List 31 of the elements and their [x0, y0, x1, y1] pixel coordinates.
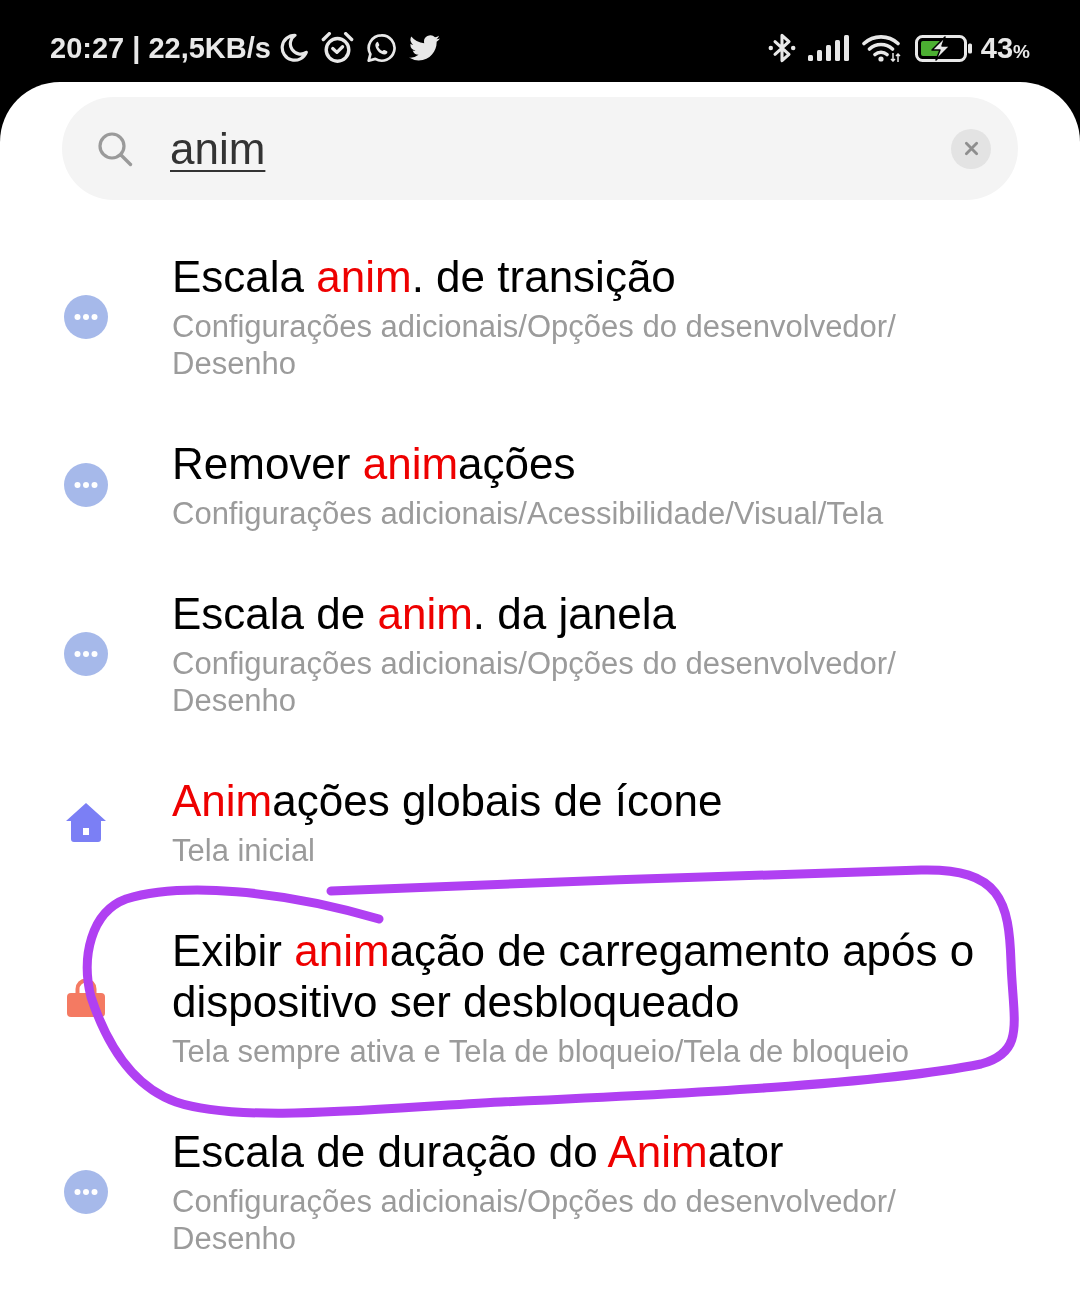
ellipsis-icon: [64, 1169, 108, 1214]
clear-button[interactable]: [951, 128, 991, 169]
result-path: Configurações adicionais/Opções do desenvolvedor/Desenho: [172, 1183, 897, 1257]
result-path: Configurações adicionais/Opções do desenvolvedor/Desenho: [172, 308, 897, 382]
search-field[interactable]: anim: [62, 97, 1018, 200]
moon-icon: [278, 33, 308, 63]
house-icon: [66, 802, 106, 842]
bird-icon: [408, 35, 440, 61]
wifi-icon: [861, 34, 902, 62]
result-title[interactable]: Escala de duração do Animator: [172, 1126, 1018, 1177]
signal-icon: [807, 35, 849, 61]
phone-bubble-icon: [366, 33, 396, 63]
ellipsis-icon: [64, 463, 108, 507]
alarm-clock-icon: [320, 32, 354, 64]
close-icon: [963, 141, 979, 156]
ellipsis-icon: [64, 294, 108, 339]
result-title[interactable]: Remover animações: [172, 438, 1018, 489]
result-path: Tela sempre ativa e Tela de bloqueio/Tela de bloqueio: [172, 1033, 911, 1070]
result-path: Configurações adicionais/Opções do desenvolvedor/Desenho: [172, 645, 897, 719]
bluetooth-icon: [767, 32, 796, 64]
lock-icon: [67, 978, 105, 1017]
result-title[interactable]: Animações globais de ícone: [172, 775, 1018, 826]
battery-percent: 43%: [980, 31, 1030, 65]
result-path: Tela inicial: [172, 832, 316, 869]
result-title[interactable]: Escala anim. de transição: [172, 251, 1018, 302]
ellipsis-icon: [64, 631, 108, 676]
result-title[interactable]: Exibir animação de carregamento após o dispositivo ser desbloqueado: [172, 925, 1018, 1027]
search-icon: [97, 130, 133, 167]
result-path: Configurações adicionais/Acessibilidade/Visual/Tela: [172, 495, 885, 532]
time-and-speed: 20:27 | 22,5KB/s: [50, 31, 271, 65]
result-title[interactable]: Escala de anim. da janela: [172, 588, 1018, 639]
